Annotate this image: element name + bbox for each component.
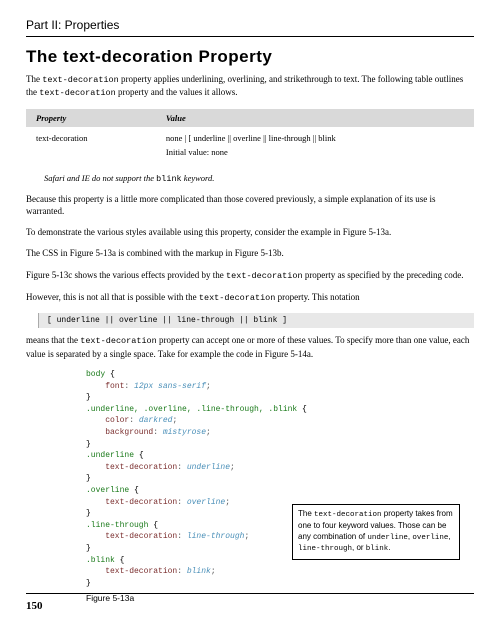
css-brace: { xyxy=(148,521,158,530)
inline-code: underline xyxy=(367,534,408,542)
css-property: background xyxy=(86,428,153,437)
paragraph: However, this is not all that is possibl… xyxy=(26,291,474,304)
css-selector: .blink xyxy=(86,556,115,565)
property-table: Property Value text-decoration none | [ … xyxy=(26,109,474,163)
css-value: blink xyxy=(187,567,211,576)
value-syntax: none | [ underline || overline || line-t… xyxy=(166,133,464,143)
intro-paragraph: The text-decoration property applies und… xyxy=(26,73,474,100)
css-property: font xyxy=(86,382,124,391)
text: keyword. xyxy=(182,173,215,183)
css-property: color xyxy=(86,416,129,425)
paragraph: Because this property is a little more c… xyxy=(26,193,474,217)
text: property as specified by the preceding c… xyxy=(303,270,464,280)
inline-code: text-decoration xyxy=(226,271,303,281)
css-brace: } xyxy=(86,474,91,483)
table-row: text-decoration none | [ underline || ov… xyxy=(26,127,474,163)
inline-code: text-decoration xyxy=(314,511,382,519)
text: property. This notation xyxy=(275,292,359,302)
css-punct: ; xyxy=(172,416,177,425)
initial-value: Initial value: none xyxy=(166,147,464,157)
css-brace: { xyxy=(115,556,125,565)
table-cell-property: text-decoration xyxy=(26,127,156,163)
css-selector: body xyxy=(86,370,105,379)
part-title: Part II: Properties xyxy=(26,18,474,37)
css-value: 12px sans-serif xyxy=(134,382,206,391)
css-punct: ; xyxy=(225,498,230,507)
css-punct: : xyxy=(177,567,187,576)
text: , xyxy=(448,532,450,541)
inline-code: text-decoration xyxy=(42,75,119,85)
css-selector: .overline xyxy=(86,486,129,495)
css-punct: : xyxy=(177,463,187,472)
main-title: The text-decoration Property xyxy=(26,47,474,67)
css-punct: : xyxy=(177,532,187,541)
css-brace: } xyxy=(86,440,91,449)
text: , or xyxy=(352,543,366,552)
paragraph: The CSS in Figure 5-13a is combined with… xyxy=(26,247,474,259)
inline-code: text-decoration xyxy=(39,88,116,98)
css-value: overline xyxy=(187,498,225,507)
css-punct: ; xyxy=(211,567,216,576)
text: Safari and IE do not support the xyxy=(44,173,156,183)
inline-code: blink xyxy=(366,545,389,553)
css-value: darkred xyxy=(139,416,173,425)
inline-code: blink xyxy=(156,174,182,184)
css-property: text-decoration xyxy=(86,498,177,507)
css-value: line-through xyxy=(187,532,245,541)
table-cell-value: none | [ underline || overline || line-t… xyxy=(156,127,474,163)
css-punct: ; xyxy=(230,463,235,472)
text: property and the values it allows. xyxy=(116,87,238,97)
text: The xyxy=(26,74,42,84)
css-punct: : xyxy=(153,428,163,437)
css-brace: { xyxy=(134,451,144,460)
text: . xyxy=(388,543,390,552)
code-notation-block: [ underline || overline || line-through … xyxy=(38,313,474,328)
css-property: text-decoration xyxy=(86,463,177,472)
css-value: mistyrose xyxy=(163,428,206,437)
figure-label: Figure 5-13a xyxy=(86,593,474,603)
browser-support-note: Safari and IE do not support the blink k… xyxy=(44,173,474,184)
css-brace: { xyxy=(105,370,115,379)
css-punct: : xyxy=(124,382,134,391)
text: Figure 5-13c shows the various effects p… xyxy=(26,270,226,280)
callout-box: The text-decoration property takes from … xyxy=(292,504,460,560)
css-brace: } xyxy=(86,544,91,553)
page-number: 150 xyxy=(26,600,43,612)
css-value: underline xyxy=(187,463,230,472)
css-selector: .underline, .overline, .line-through, .b… xyxy=(86,405,297,414)
inline-code: overline xyxy=(412,534,448,542)
paragraph: To demonstrate the various styles availa… xyxy=(26,226,474,238)
css-brace: } xyxy=(86,393,91,402)
css-property: text-decoration xyxy=(86,567,177,576)
css-punct: ; xyxy=(206,428,211,437)
paragraph: means that the text-decoration property … xyxy=(26,334,474,360)
css-brace: } xyxy=(86,579,91,588)
bottom-rule xyxy=(26,593,474,594)
inline-code: text-decoration xyxy=(199,293,276,303)
inline-code: line-through xyxy=(298,545,352,553)
css-selector: .underline xyxy=(86,451,134,460)
css-brace: { xyxy=(129,486,139,495)
text: The xyxy=(298,509,314,518)
css-property: text-decoration xyxy=(86,532,177,541)
css-punct: ; xyxy=(206,382,211,391)
text: means that the xyxy=(26,335,80,345)
table-header-value: Value xyxy=(156,109,474,127)
css-punct: : xyxy=(129,416,139,425)
css-brace: { xyxy=(297,405,307,414)
text: However, this is not all that is possibl… xyxy=(26,292,199,302)
paragraph: Figure 5-13c shows the various effects p… xyxy=(26,269,474,282)
css-selector: .line-through xyxy=(86,521,148,530)
table-header-property: Property xyxy=(26,109,156,127)
css-punct: : xyxy=(177,498,187,507)
css-brace: } xyxy=(86,509,91,518)
inline-code: text-decoration xyxy=(80,336,157,346)
css-punct: ; xyxy=(244,532,249,541)
